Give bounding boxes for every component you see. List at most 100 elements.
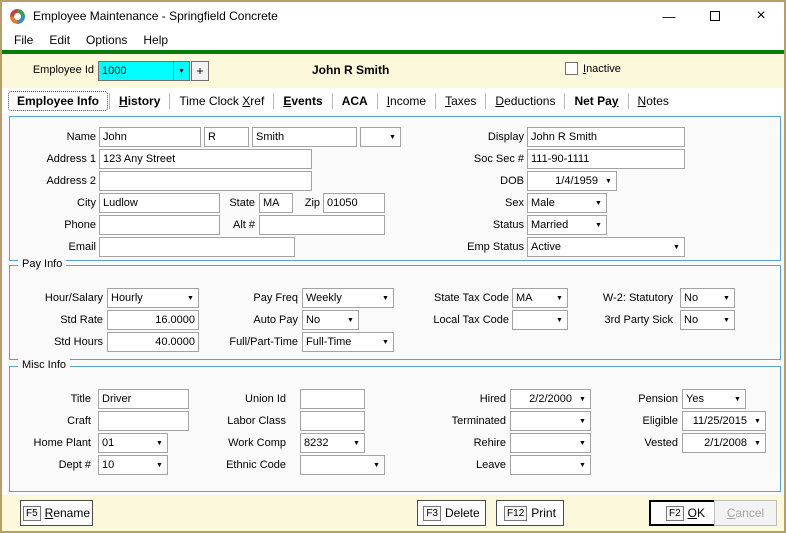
address1-field[interactable] (99, 149, 312, 169)
zip-field[interactable] (323, 193, 385, 213)
last-name-field[interactable] (252, 127, 357, 147)
eligible-label: Eligible (593, 411, 678, 431)
union-id-field[interactable] (300, 389, 365, 409)
tab-net-pay[interactable]: Net Pay (566, 92, 626, 110)
employee-id-combobox[interactable]: 1000 ▼ (98, 61, 190, 81)
menu-edit[interactable]: Edit (41, 31, 78, 49)
tab-separator (628, 93, 629, 109)
w2-statutory-combobox[interactable]: No▼ (680, 288, 735, 308)
tab-deductions[interactable]: Deductions (487, 92, 563, 110)
status-combobox[interactable]: Married▼ (527, 215, 607, 235)
dept-label: Dept # (10, 455, 91, 475)
middle-initial-field[interactable] (204, 127, 249, 147)
home-plant-combobox[interactable]: 01▼ (98, 433, 168, 453)
chevron-down-icon: ▼ (378, 295, 393, 302)
employee-display-name: John R Smith (312, 63, 389, 77)
chevron-down-icon: ▼ (152, 440, 167, 447)
work-comp-combobox[interactable]: 8232▼ (300, 433, 365, 453)
ethnic-code-combobox[interactable]: ▼ (300, 455, 385, 475)
std-hours-label: Std Hours (10, 332, 103, 352)
alt-phone-field[interactable] (259, 215, 385, 235)
sex-label: Sex (423, 193, 524, 213)
craft-field[interactable] (98, 411, 189, 431)
address2-field[interactable] (99, 171, 312, 191)
menu-help[interactable]: Help (135, 31, 176, 49)
chevron-down-icon: ▼ (750, 418, 765, 425)
tab-taxes[interactable]: Taxes (437, 92, 484, 110)
dept-combobox[interactable]: 10▼ (98, 455, 168, 475)
full-part-time-label: Full/Part-Time (185, 332, 298, 352)
eligible-date-combobox[interactable]: 11/25/2015▼ (682, 411, 766, 431)
chevron-down-icon: ▼ (669, 244, 684, 251)
terminated-date-combobox[interactable]: ▼ (510, 411, 591, 431)
tab-strip: Employee InfoHistoryTime Clock XrefEvent… (2, 88, 784, 113)
emp-status-combobox[interactable]: Active▼ (527, 237, 685, 257)
close-icon[interactable]: × (738, 2, 784, 30)
chevron-down-icon: ▼ (575, 440, 590, 447)
rehire-date-combobox[interactable]: ▼ (510, 433, 591, 453)
craft-label: Craft (10, 411, 91, 431)
chevron-down-icon: ▼ (343, 317, 358, 324)
emp-status-label: Emp Status (413, 237, 524, 257)
email-field[interactable] (99, 237, 295, 257)
window-title: Employee Maintenance - Springfield Concr… (33, 9, 646, 23)
add-employee-button[interactable]: + (191, 61, 209, 81)
menu-file[interactable]: File (6, 31, 41, 49)
phone-field[interactable] (99, 215, 220, 235)
chevron-down-icon: ▼ (369, 462, 384, 469)
display-label: Display (423, 127, 524, 147)
tab-separator (169, 93, 170, 109)
title-field[interactable] (98, 389, 189, 409)
menu-options[interactable]: Options (78, 31, 135, 49)
tab-employee-info[interactable]: Employee Info (8, 91, 108, 111)
inactive-label: Inactive (583, 63, 621, 75)
menu-bar: FileEditOptionsHelp (2, 30, 784, 50)
minimize-icon[interactable]: — (646, 2, 692, 30)
tab-events[interactable]: Events (275, 92, 330, 110)
misc-info-caption: Misc Info (18, 359, 70, 371)
state-tax-code-combobox[interactable]: MA▼ (512, 288, 568, 308)
tab-aca[interactable]: ACA (334, 92, 376, 110)
maximize-icon[interactable] (692, 2, 738, 30)
inactive-checkbox-group: Inactive (565, 62, 621, 75)
title-bar: Employee Maintenance - Springfield Concr… (2, 2, 784, 30)
third-party-sick-combobox[interactable]: No▼ (680, 310, 735, 330)
tab-notes[interactable]: Notes (630, 92, 677, 110)
general-info-groupbox: Name ▼ Display Address 1 Soc Sec # Addre… (9, 116, 781, 261)
ok-button[interactable]: F2 OK (649, 500, 722, 526)
rename-button[interactable]: F5 Rename (20, 500, 93, 526)
hired-label: Hired (413, 389, 506, 409)
city-field[interactable] (99, 193, 220, 213)
address1-label: Address 1 (10, 149, 96, 169)
auto-pay-combobox[interactable]: No▼ (302, 310, 359, 330)
labor-class-field[interactable] (300, 411, 365, 431)
suffix-combobox[interactable]: ▼ (360, 127, 401, 147)
chevron-down-icon: ▼ (575, 418, 590, 425)
hired-date-combobox[interactable]: 2/2/2000▼ (510, 389, 591, 409)
name-label: Name (10, 127, 96, 147)
chevron-down-icon[interactable]: ▼ (173, 62, 189, 80)
vested-date-combobox[interactable]: 2/1/2008▼ (682, 433, 766, 453)
tab-time-clock-xref[interactable]: Time Clock Xref (171, 92, 272, 110)
display-name-field[interactable] (527, 127, 685, 147)
local-tax-code-combobox[interactable]: ▼ (512, 310, 568, 330)
home-plant-label: Home Plant (10, 433, 91, 453)
tab-income[interactable]: Income (379, 92, 434, 110)
chevron-down-icon: ▼ (591, 200, 606, 207)
pension-combobox[interactable]: Yes▼ (682, 389, 746, 409)
state-field[interactable] (259, 193, 293, 213)
f3-key-badge: F3 (423, 506, 441, 521)
tab-history[interactable]: History (111, 92, 168, 110)
print-button[interactable]: F12 Print (496, 500, 564, 526)
sex-combobox[interactable]: Male▼ (527, 193, 607, 213)
ssn-field[interactable] (527, 149, 685, 169)
delete-button[interactable]: F3 Delete (417, 500, 486, 526)
full-part-time-combobox[interactable]: Full-Time▼ (302, 332, 394, 352)
auto-pay-label: Auto Pay (185, 310, 298, 330)
leave-date-combobox[interactable]: ▼ (510, 455, 591, 475)
first-name-field[interactable] (99, 127, 201, 147)
dob-combobox[interactable]: 1/4/1959▼ (527, 171, 617, 191)
inactive-checkbox[interactable] (565, 62, 578, 75)
pay-freq-combobox[interactable]: Weekly▼ (302, 288, 394, 308)
third-party-sick-label: 3rd Party Sick (568, 310, 673, 330)
